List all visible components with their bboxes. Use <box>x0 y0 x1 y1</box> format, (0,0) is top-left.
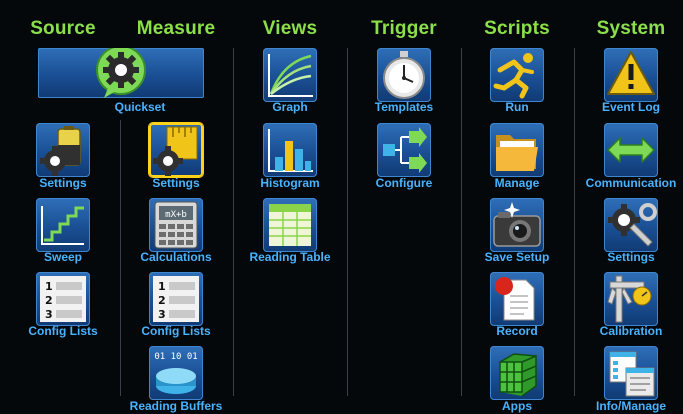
measure-settings-button[interactable] <box>149 123 203 177</box>
trigger-flow-icon <box>383 127 427 173</box>
sweep-button[interactable] <box>36 198 90 252</box>
configure-button[interactable] <box>377 123 431 177</box>
column-divider <box>574 48 575 396</box>
svg-text:3: 3 <box>45 308 53 321</box>
stopwatch-icon <box>383 51 425 99</box>
source-config-lists-label: Config Lists <box>28 324 98 338</box>
graph-label: Graph <box>272 100 308 114</box>
header-source: Source <box>30 18 96 39</box>
source-settings-button[interactable] <box>36 123 90 177</box>
numbered-list-icon: 1 2 3 <box>153 276 199 322</box>
sweep-label: Sweep <box>43 250 83 264</box>
quickset-label: Quickset <box>114 100 166 114</box>
svg-text:01 10 01: 01 10 01 <box>154 352 197 362</box>
configure-label: Configure <box>375 176 433 190</box>
header-scripts: Scripts <box>484 18 550 39</box>
run-button[interactable] <box>490 48 544 102</box>
record-label: Record <box>496 324 538 338</box>
reading-table-label: Reading Table <box>249 250 331 264</box>
calibration-label: Calibration <box>599 324 663 338</box>
source-config-lists-button[interactable]: 1 2 3 <box>36 272 90 326</box>
camera-icon <box>493 202 541 247</box>
info-manage-button[interactable] <box>604 346 658 400</box>
system-settings-button[interactable] <box>604 198 658 252</box>
svg-text:mX+b: mX+b <box>165 210 187 220</box>
header-system: System <box>596 18 666 39</box>
calculator-icon: mX+b <box>154 201 198 249</box>
gear-wrench-icon <box>608 203 657 247</box>
graph-button[interactable] <box>263 48 317 102</box>
manage-label: Manage <box>494 176 540 190</box>
calculations-label: Calculations <box>140 250 212 264</box>
calibration-button[interactable] <box>604 272 658 326</box>
communication-label: Communication <box>585 176 677 190</box>
column-divider <box>120 120 121 396</box>
apps-cube-icon <box>499 353 537 397</box>
header-views: Views <box>262 18 318 39</box>
calculations-button[interactable]: mX+b <box>149 198 203 252</box>
column-divider <box>233 48 234 396</box>
svg-text:2: 2 <box>158 294 166 307</box>
reading-buffers-label: Reading Buffers <box>129 399 223 413</box>
graph-curves-icon <box>268 54 313 97</box>
warning-triangle-icon <box>607 51 655 95</box>
numbered-list-icon: 1 2 3 <box>40 276 86 322</box>
runner-icon <box>493 53 534 99</box>
reading-buffer-icon: 01 10 01 <box>154 352 198 394</box>
record-button[interactable] <box>490 272 544 326</box>
source-settings-label: Settings <box>39 176 87 190</box>
reading-table-button[interactable] <box>263 198 317 252</box>
record-document-icon <box>495 277 535 321</box>
folder-icon <box>496 135 538 171</box>
quickset-gear-icon <box>96 48 146 98</box>
info-manage-label: Info/Manage <box>595 399 667 413</box>
apps-button[interactable] <box>490 346 544 400</box>
reading-buffers-button[interactable]: 01 10 01 <box>149 346 203 400</box>
templates-label: Templates <box>374 100 434 114</box>
double-arrow-icon <box>607 137 655 163</box>
svg-text:3: 3 <box>158 308 166 321</box>
measure-settings-label: Settings <box>152 176 200 190</box>
save-setup-button[interactable] <box>490 198 544 252</box>
manage-button[interactable] <box>490 123 544 177</box>
main-menu-screen: Source Measure Views Trigger Scripts Sys… <box>0 0 683 414</box>
event-log-label: Event Log <box>601 100 661 114</box>
event-log-button[interactable] <box>604 48 658 102</box>
measure-config-lists-label: Config Lists <box>141 324 211 338</box>
run-label: Run <box>505 100 529 114</box>
column-divider <box>347 48 348 396</box>
ruler-gear-icon <box>153 126 198 176</box>
header-trigger: Trigger <box>371 18 437 39</box>
communication-button[interactable] <box>604 123 658 177</box>
measure-config-lists-button[interactable]: 1 2 3 <box>149 272 203 326</box>
battery-gear-icon <box>40 126 81 176</box>
save-setup-label: Save Setup <box>484 250 550 264</box>
histogram-label: Histogram <box>260 176 320 190</box>
info-windows-icon <box>609 351 655 397</box>
svg-text:1: 1 <box>158 280 166 293</box>
histogram-bars-icon <box>268 129 313 172</box>
svg-text:2: 2 <box>45 294 53 307</box>
system-settings-label: Settings <box>607 250 655 264</box>
caliper-icon <box>607 275 652 323</box>
svg-text:1: 1 <box>45 280 53 293</box>
header-measure: Measure <box>136 18 216 39</box>
histogram-button[interactable] <box>263 123 317 177</box>
apps-label: Apps <box>502 399 532 413</box>
templates-button[interactable] <box>377 48 431 102</box>
sweep-staircase-icon <box>41 206 84 245</box>
table-grid-icon <box>269 204 311 246</box>
quickset-button[interactable] <box>38 48 204 98</box>
column-divider <box>461 48 462 396</box>
